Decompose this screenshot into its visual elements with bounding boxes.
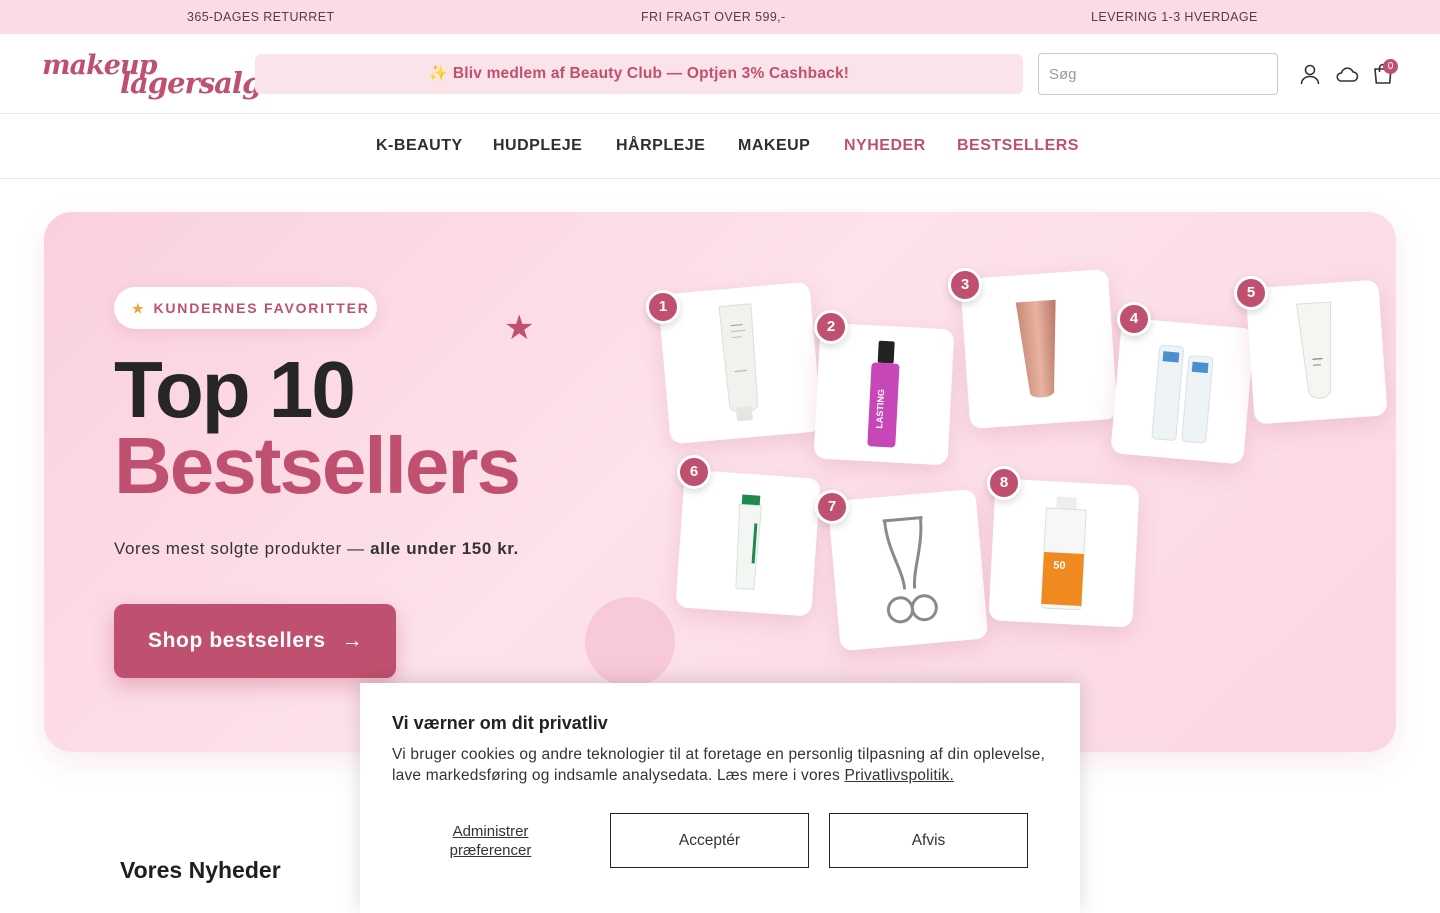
logo-text-lagersalg: lagersalg xyxy=(120,66,262,100)
cookie-title: Vi værner om dit privatliv xyxy=(392,713,608,733)
favorites-badge: ★ KUNDERNES FAVORITTER xyxy=(114,287,377,329)
product-card-4[interactable] xyxy=(1110,317,1255,465)
nav-item-haarpleje[interactable]: HÅRPLEJE xyxy=(616,137,705,155)
rank-badge-7: 7 xyxy=(815,490,849,524)
eyelash-curler-icon xyxy=(882,516,938,624)
decline-cookies-button[interactable]: Afvis xyxy=(829,813,1028,868)
privacy-policy-link[interactable]: Privatlivspolitik. xyxy=(844,767,954,784)
product-card-5[interactable] xyxy=(1245,279,1388,425)
rank-badge-5: 5 xyxy=(1234,276,1268,310)
rank-badge-3: 3 xyxy=(948,268,982,302)
logo[interactable]: makeup lagersalg xyxy=(40,46,262,102)
product-card-6[interactable] xyxy=(675,469,821,617)
product-white-tube-image xyxy=(1295,301,1331,399)
hero-subtitle-bold: alle under 150 kr. xyxy=(370,539,519,558)
star-icon: ★ xyxy=(132,301,146,316)
site-header: makeup lagersalg ✨ Bliv medlem af Beauty… xyxy=(0,34,1440,114)
product-card-8[interactable]: 50 xyxy=(988,478,1140,628)
hero-title-line2: Bestsellers xyxy=(114,421,521,510)
cookie-text: Vi bruger cookies og andre teknologier t… xyxy=(392,744,1048,786)
product-label-lasting: LASTING xyxy=(874,389,886,429)
nav-item-bestsellers[interactable]: BESTSELLERS xyxy=(957,137,1079,155)
hero-banner[interactable]: ★ ★ KUNDERNES FAVORITTER Top 10 Bestselle… xyxy=(44,212,1396,752)
product-label-spf: 50 xyxy=(1053,559,1066,572)
news-section-title: Vores Nyheder xyxy=(120,857,281,883)
rank-badge-6: 6 xyxy=(677,455,711,489)
hero-subtitle-text: Vores mest solgte produkter — xyxy=(114,539,371,558)
announcement-delivery: LEVERING 1-3 HVERDAGE xyxy=(1091,10,1258,24)
product-green-tube-image xyxy=(735,494,763,591)
announcement-returns: 365-DAGES RETURRET xyxy=(187,10,335,24)
hero-subtitle: Vores mest solgte produkter — alle under… xyxy=(114,539,519,559)
product-tube-image xyxy=(718,303,759,422)
shop-bestsellers-label: Shop bestsellers xyxy=(148,629,326,652)
manage-preferences-link[interactable]: Administrer præferencer xyxy=(433,822,548,860)
product-card-7[interactable] xyxy=(827,488,989,652)
accept-cookies-button[interactable]: Acceptér xyxy=(610,813,809,868)
rank-badge-4: 4 xyxy=(1117,302,1151,336)
cookie-consent-dialog: Vi værner om dit privatliv Vi bruger coo… xyxy=(360,683,1080,913)
product-card-1[interactable] xyxy=(657,281,823,445)
product-card-2[interactable]: LASTING xyxy=(813,322,955,466)
product-duo-tubes-image xyxy=(1151,344,1213,444)
product-cream-tube-image xyxy=(1015,299,1056,398)
cart-count-badge: 0 xyxy=(1383,59,1398,74)
shop-bestsellers-button[interactable]: Shop bestsellers → xyxy=(114,604,396,678)
favorites-badge-label: KUNDERNES FAVORITTER xyxy=(153,300,370,316)
nav-item-k-beauty[interactable]: K-BEAUTY xyxy=(376,137,463,155)
account-icon[interactable] xyxy=(1297,61,1323,87)
search-input[interactable] xyxy=(1038,53,1278,95)
product-spray-image: LASTING xyxy=(867,340,900,448)
announcement-shipping: FRI FRAGT OVER 599,- xyxy=(641,10,786,24)
main-nav: K-BEAUTY HUDPLEJE HÅRPLEJE MAKEUP NYHEDE… xyxy=(0,115,1440,179)
announcement-bar: 365-DAGES RETURRET FRI FRAGT OVER 599,- … xyxy=(0,0,1440,34)
rank-badge-8: 8 xyxy=(987,466,1021,500)
cloud-icon[interactable] xyxy=(1334,61,1360,87)
rank-badge-1: 1 xyxy=(646,290,680,324)
product-sunscreen-image: 50 xyxy=(1040,496,1087,611)
nav-item-nyheder[interactable]: NYHEDER xyxy=(844,137,926,155)
circle-decoration xyxy=(585,597,675,687)
star-decoration-icon: ★ xyxy=(504,309,535,347)
nav-item-hudpleje[interactable]: HUDPLEJE xyxy=(493,137,582,155)
rank-badge-2: 2 xyxy=(814,310,848,344)
nav-item-makeup[interactable]: MAKEUP xyxy=(738,137,810,155)
arrow-right-icon: → xyxy=(341,629,364,652)
product-card-3[interactable] xyxy=(959,269,1119,429)
beauty-club-banner[interactable]: ✨ Bliv medlem af Beauty Club — Optjen 3%… xyxy=(255,54,1023,94)
